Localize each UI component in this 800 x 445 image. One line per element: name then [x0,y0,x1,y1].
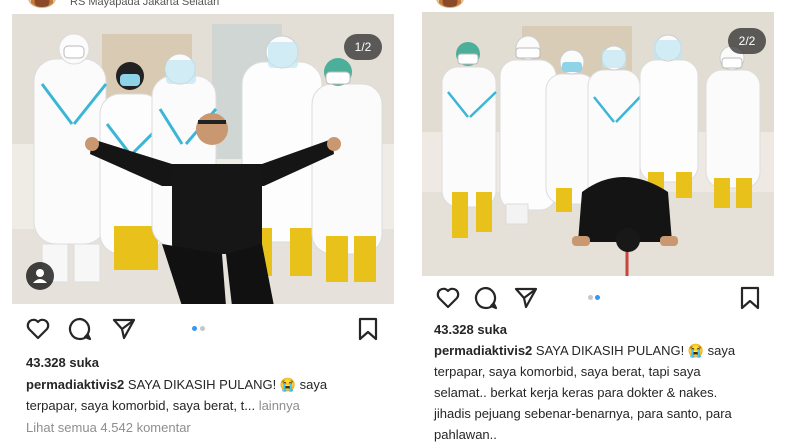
photo-scene [422,12,774,276]
post-header [408,0,800,12]
heart-icon[interactable] [434,284,462,312]
caption-username[interactable]: permadiaktivis2 [434,343,532,358]
caption-line: permadiaktivis2 SAYA DIKASIH PULANG! 😭 s… [26,374,396,395]
profile-avatar[interactable] [436,0,464,8]
share-icon[interactable] [110,315,138,343]
more-link[interactable]: lainnya [259,398,300,413]
comment-icon[interactable] [66,315,94,343]
caption-text: terpapar, saya komorbid, saya berat, t..… [26,398,256,413]
post-photo[interactable]: 1/2 [12,14,394,304]
caption-line: selamat.. berkat kerja keras para dokter… [434,385,718,400]
heart-icon[interactable] [24,315,52,343]
post-right: 2/2 43.328 suka permadiaktivis2 SAYA DIK… [408,0,800,445]
cropped-comment-row [26,439,386,445]
user-tag-icon[interactable] [26,262,54,290]
view-comments-link[interactable]: Lihat semua 4.542 komentar [26,420,191,435]
like-count[interactable]: 43.328 suka [26,355,99,370]
caption-line: permadiaktivis2 SAYA DIKASIH PULANG! 😭 s… [434,340,796,361]
location-label[interactable]: RS Mayapada Jakarta Selatan [70,0,219,8]
share-icon[interactable] [512,284,540,312]
caption-line: jihadis pejuang sebenar-benarnya, para s… [434,406,732,421]
post-caption: permadiaktivis2 SAYA DIKASIH PULANG! 😭 s… [434,340,796,445]
carousel-dots [192,326,216,332]
comment-icon[interactable] [472,284,500,312]
action-bar [434,284,764,312]
post-caption: permadiaktivis2 SAYA DIKASIH PULANG! 😭 s… [26,374,396,416]
carousel-dot-active [595,295,600,300]
post-header: RS Mayapada Jakarta Selatan [0,0,400,12]
caption-text: SAYA DIKASIH PULANG! 😭 saya [535,343,736,358]
bookmark-icon[interactable] [354,315,382,343]
bookmark-icon[interactable] [736,284,764,312]
carousel-counter: 1/2 [344,34,382,60]
post-photo[interactable]: 2/2 [422,12,774,276]
caption-line: pahlawan.. [434,427,497,442]
post-left: RS Mayapada Jakarta Selatan 1/2 43.328 s… [0,0,400,445]
carousel-dot-active [192,326,197,331]
profile-avatar[interactable] [28,0,56,8]
like-count[interactable]: 43.328 suka [434,322,507,337]
caption-text: SAYA DIKASIH PULANG! 😭 saya [127,377,328,392]
caption-line: terpapar, saya komorbid, saya berat, t..… [26,395,396,416]
carousel-counter: 2/2 [728,28,766,54]
caption-line: terpapar, saya komorbid, saya berat, tap… [434,364,701,379]
action-bar [24,315,384,343]
carousel-dots [588,295,612,301]
photo-scene [12,14,394,304]
carousel-dot [588,295,593,300]
caption-username[interactable]: permadiaktivis2 [26,377,124,392]
carousel-dot [200,326,205,331]
